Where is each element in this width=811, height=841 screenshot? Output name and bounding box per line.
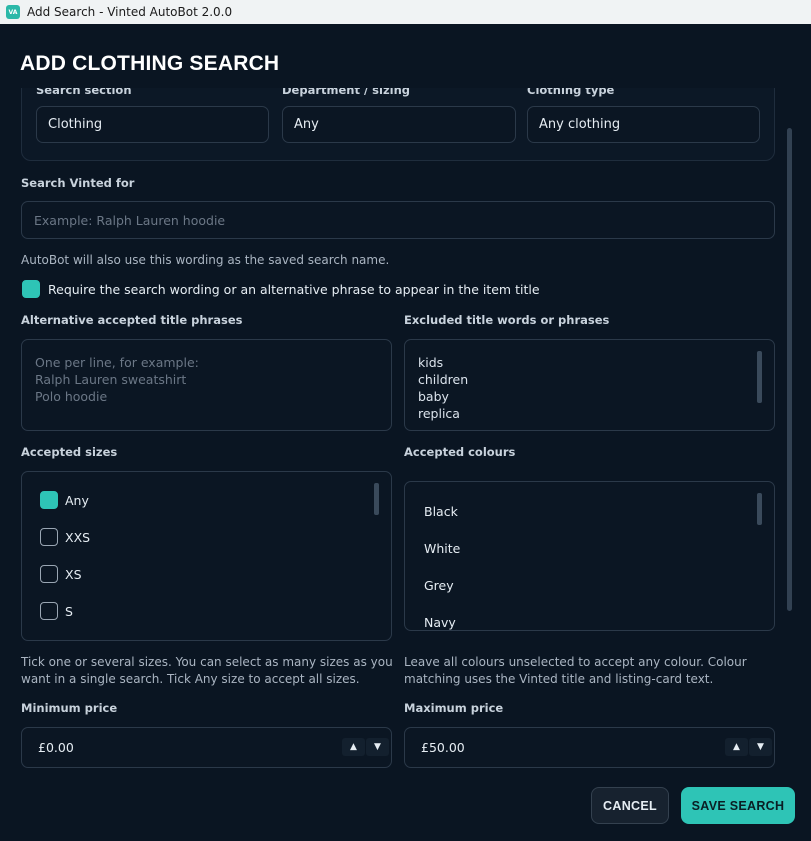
colours-scrollbar[interactable] xyxy=(757,493,762,525)
colour-option[interactable]: Grey xyxy=(424,578,454,593)
require-wording-checkbox[interactable] xyxy=(22,280,40,298)
increment-icon[interactable]: ▲ xyxy=(725,738,748,756)
excluded-line: replica xyxy=(418,406,460,421)
sizes-hint-line: Tick one or several sizes. You can selec… xyxy=(21,655,393,669)
min-price-value: £0.00 xyxy=(38,740,74,755)
alt-phrases-placeholder-line: Polo hoodie xyxy=(35,389,108,404)
excluded-textarea[interactable]: kids children baby replica xyxy=(404,339,775,431)
sizes-label: Accepted sizes xyxy=(21,445,118,459)
max-price-label: Maximum price xyxy=(404,701,504,715)
search-query-hint: AutoBot will also use this wording as th… xyxy=(21,253,390,267)
min-price-label: Minimum price xyxy=(21,701,118,715)
size-checkbox[interactable] xyxy=(40,491,58,509)
search-section-select[interactable]: Clothing xyxy=(36,106,269,143)
colours-hint-line: matching uses the Vinted title and listi… xyxy=(404,672,714,686)
department-label: Department / sizing xyxy=(282,88,411,97)
require-wording-label: Require the search wording or an alterna… xyxy=(48,282,540,297)
sizes-scrollbar[interactable] xyxy=(374,483,379,515)
max-price-input[interactable]: £50.00 ▲ ▼ xyxy=(404,727,775,768)
excluded-line: baby xyxy=(418,389,449,404)
sizes-hint-line: want in a single search. Tick Any size t… xyxy=(21,672,360,686)
alt-phrases-label: Alternative accepted title phrases xyxy=(21,313,243,327)
page-header: ADD CLOTHING SEARCH xyxy=(0,24,811,88)
max-price-stepper[interactable]: ▲ ▼ xyxy=(724,738,772,756)
sizes-list[interactable]: Any XXS XS S xyxy=(21,471,392,641)
size-checkbox[interactable] xyxy=(40,528,58,546)
colours-hint: Leave all colours unselected to accept a… xyxy=(404,654,747,688)
search-options-group: Search section Clothing Department / siz… xyxy=(21,88,775,161)
colour-option[interactable]: White xyxy=(424,541,460,556)
colour-option[interactable]: Black xyxy=(424,504,458,519)
sizes-hint: Tick one or several sizes. You can selec… xyxy=(21,654,393,688)
decrement-icon[interactable]: ▼ xyxy=(366,738,389,756)
search-query-label: Search Vinted for xyxy=(21,176,135,190)
search-section-label: Search section xyxy=(36,88,132,97)
page-scrollbar[interactable] xyxy=(787,128,792,611)
size-option-label: XS xyxy=(65,567,82,582)
window-titlebar: VA Add Search - Vinted AutoBot 2.0.0 xyxy=(0,0,811,24)
size-option-label: S xyxy=(65,604,73,619)
colours-list[interactable]: Black White Grey Navy xyxy=(404,481,775,631)
colours-hint-line: Leave all colours unselected to accept a… xyxy=(404,655,747,669)
max-price-value: £50.00 xyxy=(421,740,465,755)
colours-label: Accepted colours xyxy=(404,445,516,459)
window-title: Add Search - Vinted AutoBot 2.0.0 xyxy=(27,5,233,19)
excluded-line: kids xyxy=(418,355,444,370)
excluded-line: children xyxy=(418,372,469,387)
size-option-label: XXS xyxy=(65,530,91,545)
colour-option[interactable]: Navy xyxy=(424,615,456,630)
clothing-type-label: Clothing type xyxy=(527,88,615,97)
app-logo-icon: VA xyxy=(6,5,20,19)
alt-phrases-textarea[interactable]: One per line, for example: Ralph Lauren … xyxy=(21,339,392,431)
decrement-icon[interactable]: ▼ xyxy=(749,738,772,756)
cancel-button[interactable]: CANCEL xyxy=(591,787,669,824)
search-query-input[interactable]: Example: Ralph Lauren hoodie xyxy=(21,201,775,239)
search-query-placeholder: Example: Ralph Lauren hoodie xyxy=(34,212,226,228)
clothing-type-select[interactable]: Any clothing xyxy=(527,106,760,143)
department-select[interactable]: Any xyxy=(282,106,516,143)
size-checkbox[interactable] xyxy=(40,565,58,583)
size-checkbox[interactable] xyxy=(40,602,58,620)
min-price-input[interactable]: £0.00 ▲ ▼ xyxy=(21,727,392,768)
save-search-button[interactable]: SAVE SEARCH xyxy=(681,787,795,824)
excluded-scrollbar[interactable] xyxy=(757,351,762,403)
page-title: ADD CLOTHING SEARCH xyxy=(20,52,280,75)
size-option-label: Any xyxy=(65,493,89,508)
increment-icon[interactable]: ▲ xyxy=(342,738,365,756)
alt-phrases-placeholder-line: One per line, for example: xyxy=(35,355,199,370)
scroll-content[interactable]: Search section Clothing Department / siz… xyxy=(0,88,795,778)
alt-phrases-placeholder-line: Ralph Lauren sweatshirt xyxy=(35,372,187,387)
min-price-stepper[interactable]: ▲ ▼ xyxy=(341,738,389,756)
excluded-label: Excluded title words or phrases xyxy=(404,313,610,327)
